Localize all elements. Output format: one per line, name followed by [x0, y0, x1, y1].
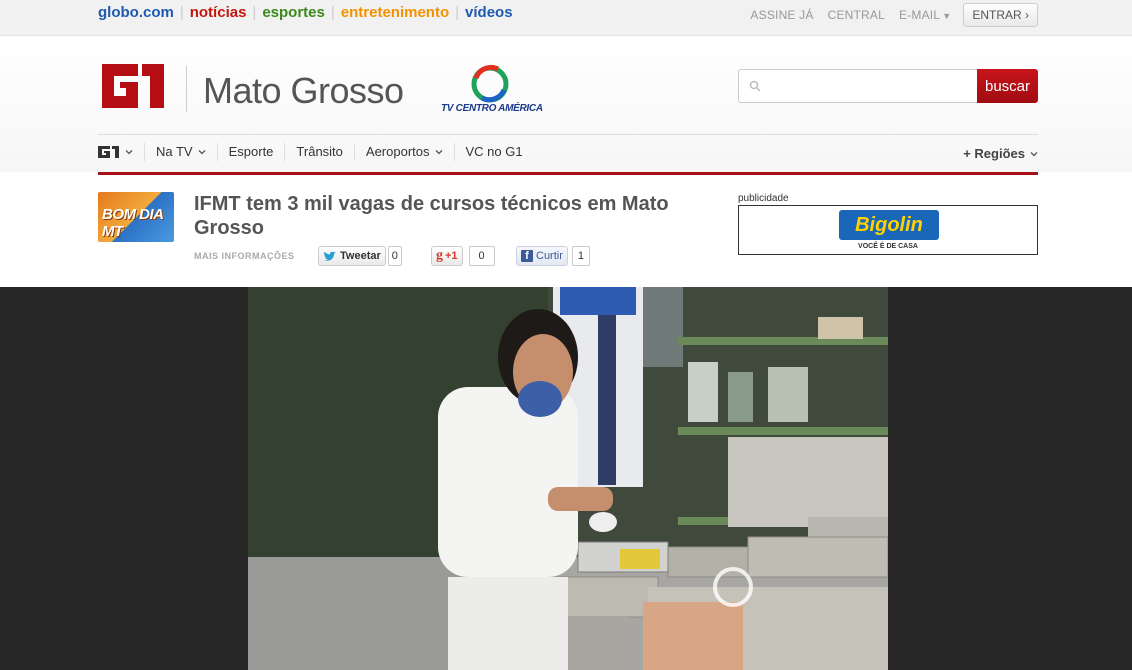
chevron-down-icon: [435, 149, 442, 154]
menu-item-vc-no-g1[interactable]: VC no G1: [453, 142, 534, 161]
g1-small-logo: [98, 145, 119, 158]
gplus-button[interactable]: g +1: [431, 246, 463, 266]
chevron-down-icon: [198, 149, 206, 154]
facebook-like-button[interactable]: f Curtir: [516, 246, 568, 266]
account-nav: ASSINE JÁ CENTRAL E-MAIL ▼ ENTRAR ›: [750, 3, 1038, 27]
chevron-down-icon: [1030, 151, 1038, 156]
gplus-share: g +1 0: [431, 246, 495, 266]
logo-divider: [186, 66, 187, 112]
site-header: Mato Grosso TV CENTRO AMÉRICA buscar Na …: [0, 36, 1132, 175]
program-thumbnail[interactable]: BOM DIA MT: [98, 192, 174, 242]
tweet-button[interactable]: Tweetar: [318, 246, 386, 266]
nav-link-videos[interactable]: vídeos: [465, 4, 513, 21]
more-info-label: MAIS INFORMAÇÕES: [194, 251, 295, 261]
facebook-count: 1: [571, 246, 591, 266]
region-title[interactable]: Mato Grosso: [203, 70, 404, 112]
affiliate-name: TV CENTRO AMÉRICA: [441, 103, 543, 114]
gplus-count: 0: [468, 246, 495, 266]
menu-item-transito[interactable]: Trânsito: [284, 142, 353, 161]
email-link[interactable]: E-MAIL ▼: [899, 8, 951, 22]
facebook-share: f Curtir 1: [516, 246, 591, 266]
chevron-down-icon: ▼: [942, 11, 952, 21]
facebook-icon: f: [521, 250, 533, 262]
bigolin-logo: Bigolin: [839, 210, 939, 240]
ad-tagline: VOCÊ É DE CASA: [858, 243, 918, 250]
chevron-down-icon: [125, 149, 133, 154]
section-menu: Na TV Esporte Trânsito Aeroportos VC no …: [98, 134, 1038, 168]
menu-g1[interactable]: [98, 143, 144, 161]
top-bar: globo.com | notícias | esportes | entret…: [0, 0, 1132, 36]
globo-home-link[interactable]: globo.com: [98, 4, 174, 21]
search-input[interactable]: [738, 69, 978, 103]
g1-logo[interactable]: [98, 62, 168, 110]
tweet-share: Tweetar 0: [318, 246, 402, 266]
nav-link-entretenimento[interactable]: entretenimento: [341, 4, 449, 21]
globo-nav: globo.com | notícias | esportes | entret…: [98, 4, 513, 21]
nav-link-esportes[interactable]: esportes: [262, 4, 325, 21]
video-player-area: [0, 287, 1132, 670]
menu-item-esporte[interactable]: Esporte: [216, 142, 285, 161]
search-icon: [749, 80, 761, 92]
assine-link[interactable]: ASSINE JÁ: [750, 8, 813, 22]
central-link[interactable]: CENTRAL: [828, 8, 885, 22]
ad-label: publicidade: [738, 193, 789, 204]
regioes-menu[interactable]: + Regiões: [963, 146, 1038, 161]
google-plus-icon: g: [436, 248, 443, 263]
video-player[interactable]: [248, 287, 888, 670]
tweet-count: 0: [387, 246, 402, 266]
article-title: IFMT tem 3 mil vagas de cursos técnicos …: [194, 193, 669, 239]
accent-divider: [98, 172, 1038, 175]
twitter-icon: [324, 251, 336, 261]
search-button[interactable]: buscar: [977, 69, 1038, 103]
menu-item-na-tv[interactable]: Na TV: [144, 142, 217, 161]
advertisement-banner[interactable]: Bigolin VOCÊ É DE CASA: [738, 205, 1038, 255]
entrar-button[interactable]: ENTRAR ›: [963, 3, 1038, 27]
nav-link-noticias[interactable]: notícias: [190, 4, 247, 21]
menu-item-aeroportos[interactable]: Aeroportos: [353, 142, 454, 161]
